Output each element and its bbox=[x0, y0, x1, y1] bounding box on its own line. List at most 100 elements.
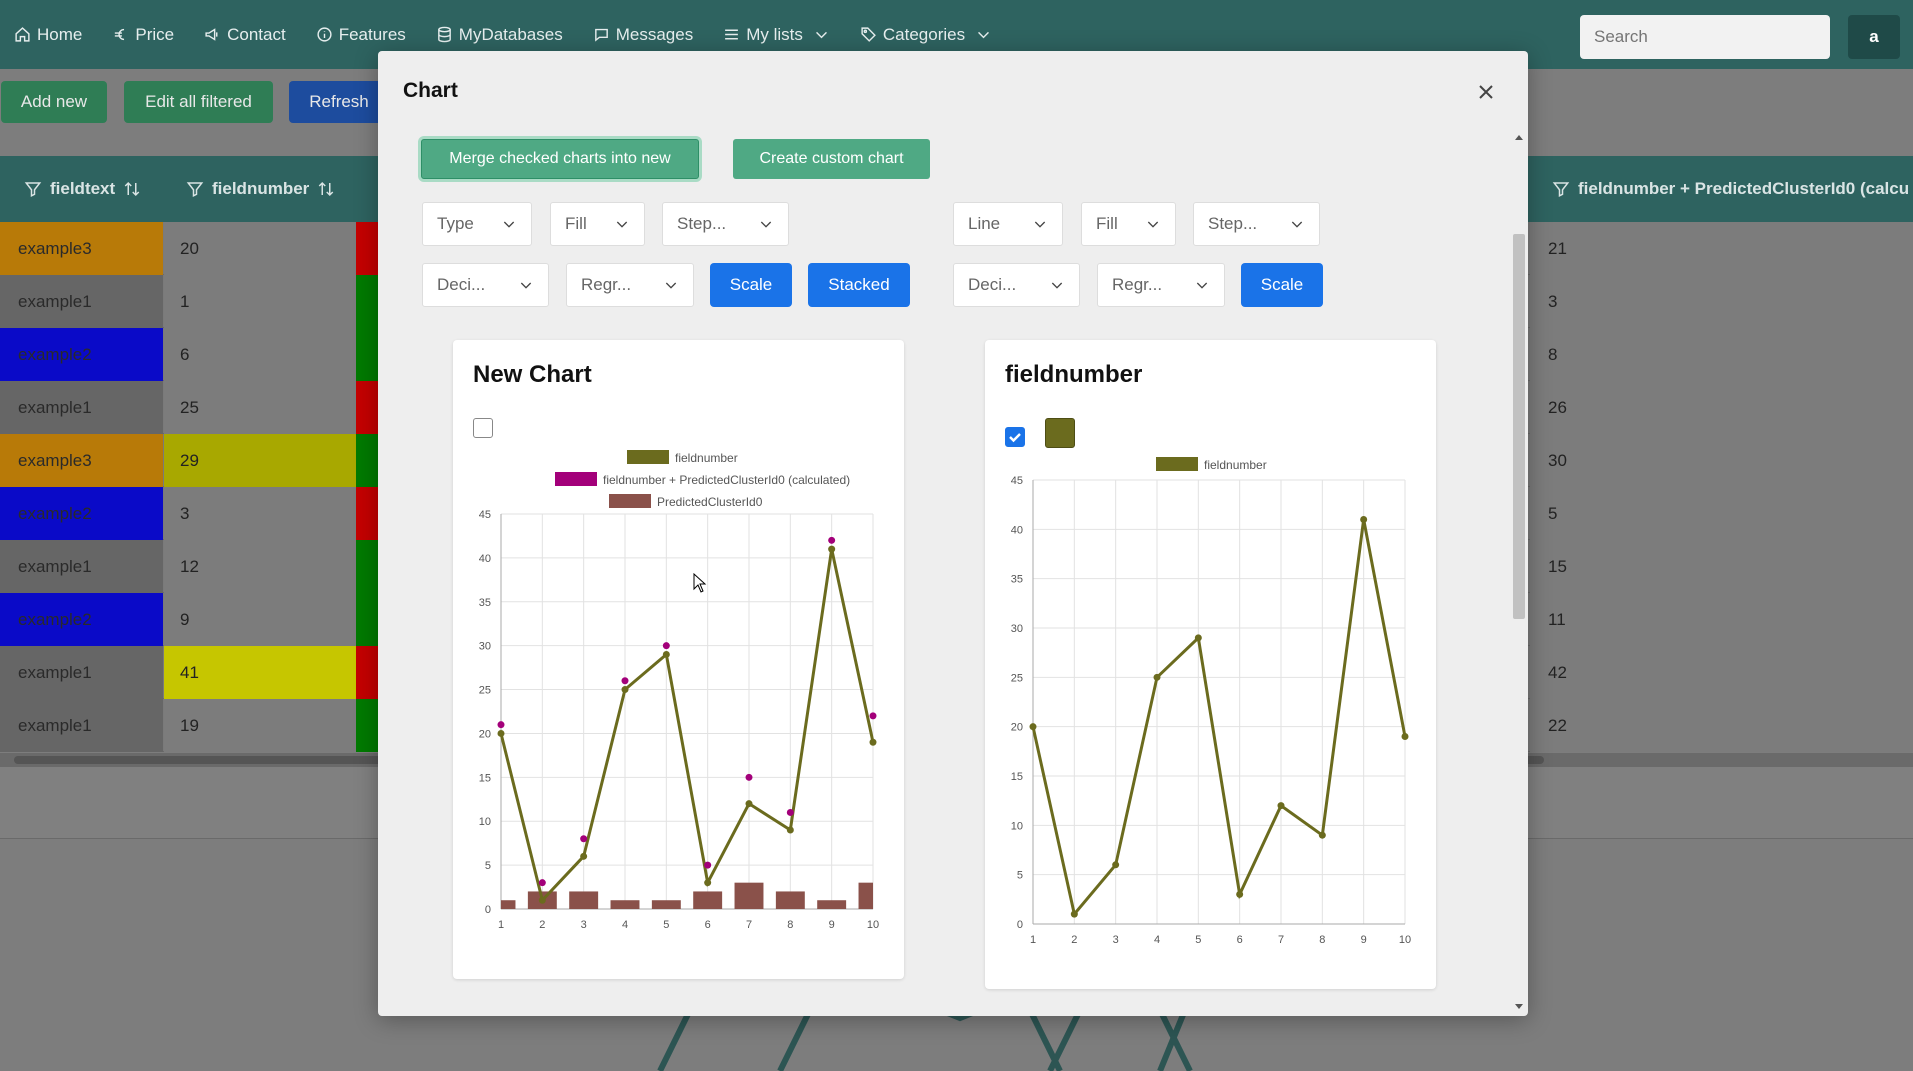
edit-all-filtered-button[interactable]: Edit all filtered bbox=[124, 81, 273, 123]
cell-fieldnumber[interactable]: 12 bbox=[164, 540, 356, 593]
scroll-down-arrow-icon[interactable] bbox=[1515, 1004, 1523, 1009]
step-select[interactable]: Step... bbox=[1193, 202, 1320, 246]
decimal-select[interactable]: Deci... bbox=[953, 263, 1080, 307]
cell-calculated[interactable]: 11 bbox=[1530, 593, 1913, 646]
y-tick-label: 30 bbox=[1011, 623, 1023, 635]
cell-flag[interactable] bbox=[356, 699, 380, 752]
cell-calculated[interactable]: 22 bbox=[1530, 699, 1913, 752]
regression-select[interactable]: Regr... bbox=[1097, 263, 1225, 307]
cell-flag[interactable] bbox=[356, 434, 380, 487]
search-input[interactable] bbox=[1580, 15, 1830, 59]
filter-icon[interactable] bbox=[24, 180, 42, 198]
cell-flag[interactable] bbox=[356, 593, 380, 646]
cell-flag[interactable] bbox=[356, 487, 380, 540]
cell-calculated[interactable]: 15 bbox=[1530, 540, 1913, 593]
data-point bbox=[621, 686, 629, 694]
cell-fieldtext[interactable]: example1 bbox=[0, 699, 163, 752]
cell-text: example1 bbox=[18, 715, 92, 735]
nav-my-lists[interactable]: My lists bbox=[723, 25, 830, 45]
avatar[interactable]: a bbox=[1848, 15, 1900, 59]
cell-fieldtext[interactable]: example1 bbox=[0, 540, 163, 593]
y-tick-label: 40 bbox=[479, 553, 491, 565]
type-select[interactable]: Line bbox=[953, 202, 1063, 246]
nav-categories[interactable]: Categories bbox=[860, 25, 992, 45]
cell-calculated[interactable]: 21 bbox=[1530, 222, 1913, 275]
add-new-button[interactable]: Add new bbox=[1, 81, 107, 123]
cell-fieldnumber[interactable]: 1 bbox=[164, 275, 356, 328]
cell-fieldtext[interactable]: example3 bbox=[0, 434, 163, 487]
nav-home[interactable]: Home bbox=[14, 25, 82, 45]
cell-flag[interactable] bbox=[356, 540, 380, 593]
legend-swatch bbox=[627, 450, 669, 464]
scatter-point bbox=[662, 642, 670, 650]
nav-features[interactable]: Features bbox=[316, 25, 406, 45]
cell-fieldtext[interactable]: example3 bbox=[0, 222, 163, 275]
cell-fieldnumber[interactable]: 9 bbox=[164, 593, 356, 646]
column-header-fieldtext[interactable]: fieldtext bbox=[24, 156, 141, 222]
cell-fieldnumber[interactable]: 41 bbox=[164, 646, 356, 699]
refresh-button[interactable]: Refresh bbox=[289, 81, 389, 123]
cell-fieldnumber[interactable]: 19 bbox=[164, 699, 356, 752]
step-select-value: Step... bbox=[677, 214, 727, 233]
stacked-button[interactable]: Stacked bbox=[808, 263, 910, 307]
cell-fieldnumber[interactable]: 3 bbox=[164, 487, 356, 540]
cell-fieldtext[interactable]: example1 bbox=[0, 646, 163, 699]
close-button[interactable] bbox=[1475, 81, 1497, 103]
cell-fieldtext[interactable]: example2 bbox=[0, 487, 163, 540]
cell-fieldnumber[interactable]: 20 bbox=[164, 222, 356, 275]
filter-icon[interactable] bbox=[1552, 180, 1570, 198]
merge-charts-button[interactable]: Merge checked charts into new bbox=[421, 139, 699, 179]
chart-new-chart: fieldnumber fieldnumber + PredictedCluste… bbox=[479, 450, 879, 931]
cell-fieldtext[interactable]: example1 bbox=[0, 381, 163, 434]
sort-icon[interactable] bbox=[317, 180, 335, 198]
cell-fieldtext[interactable]: example1 bbox=[0, 275, 163, 328]
step-select[interactable]: Step... bbox=[662, 202, 789, 246]
nav-contact[interactable]: Contact bbox=[204, 25, 286, 45]
create-custom-chart-button[interactable]: Create custom chart bbox=[733, 139, 930, 179]
cell-flag[interactable] bbox=[356, 646, 380, 699]
y-tick-label: 10 bbox=[479, 816, 491, 828]
regression-select[interactable]: Regr... bbox=[566, 263, 694, 307]
cell-fieldtext[interactable]: example2 bbox=[0, 593, 163, 646]
bar bbox=[858, 882, 873, 909]
cell-calculated[interactable]: 8 bbox=[1530, 328, 1913, 381]
fill-select[interactable]: Fill bbox=[1081, 202, 1176, 246]
cell-text: 19 bbox=[180, 715, 199, 735]
scale-button[interactable]: Scale bbox=[1241, 263, 1323, 307]
cell-fieldnumber[interactable]: 29 bbox=[164, 434, 356, 487]
cell-flag[interactable] bbox=[356, 381, 380, 434]
filter-icon[interactable] bbox=[186, 180, 204, 198]
vertical-scrollbar[interactable] bbox=[1510, 131, 1528, 1016]
y-tick-label: 35 bbox=[479, 597, 491, 609]
cell-text: 6 bbox=[180, 344, 190, 364]
fill-select[interactable]: Fill bbox=[550, 202, 645, 246]
cell-calculated[interactable]: 3 bbox=[1530, 275, 1913, 328]
scrollbar-thumb[interactable] bbox=[1513, 234, 1525, 619]
column-header-calculated[interactable]: fieldnumber + PredictedClusterId0 (calcu bbox=[1552, 156, 1909, 222]
y-tick-label: 15 bbox=[1011, 771, 1023, 783]
cell-flag[interactable] bbox=[356, 275, 380, 328]
cell-flag[interactable] bbox=[356, 222, 380, 275]
y-tick-label: 15 bbox=[479, 772, 491, 784]
type-select[interactable]: Type bbox=[422, 202, 532, 246]
cell-fieldtext[interactable]: example2 bbox=[0, 328, 163, 381]
regression-select-value: Regr... bbox=[1112, 275, 1163, 294]
cell-calculated[interactable]: 26 bbox=[1530, 381, 1913, 434]
nav-mydatabases[interactable]: MyDatabases bbox=[436, 25, 563, 45]
data-point bbox=[1194, 634, 1202, 642]
y-tick-label: 45 bbox=[479, 509, 491, 521]
scale-button[interactable]: Scale bbox=[710, 263, 792, 307]
nav-messages[interactable]: Messages bbox=[593, 25, 693, 45]
cell-fieldnumber[interactable]: 25 bbox=[164, 381, 356, 434]
y-tick-label: 25 bbox=[1011, 672, 1023, 684]
cell-fieldnumber[interactable]: 6 bbox=[164, 328, 356, 381]
sort-icon[interactable] bbox=[123, 180, 141, 198]
cell-flag[interactable] bbox=[356, 328, 380, 381]
nav-price[interactable]: Price bbox=[112, 25, 174, 45]
scroll-up-arrow-icon[interactable] bbox=[1515, 135, 1523, 140]
cell-calculated[interactable]: 30 bbox=[1530, 434, 1913, 487]
column-header-fieldnumber[interactable]: fieldnumber bbox=[186, 156, 335, 222]
cell-calculated[interactable]: 42 bbox=[1530, 646, 1913, 699]
cell-calculated[interactable]: 5 bbox=[1530, 487, 1913, 540]
decimal-select[interactable]: Deci... bbox=[422, 263, 549, 307]
